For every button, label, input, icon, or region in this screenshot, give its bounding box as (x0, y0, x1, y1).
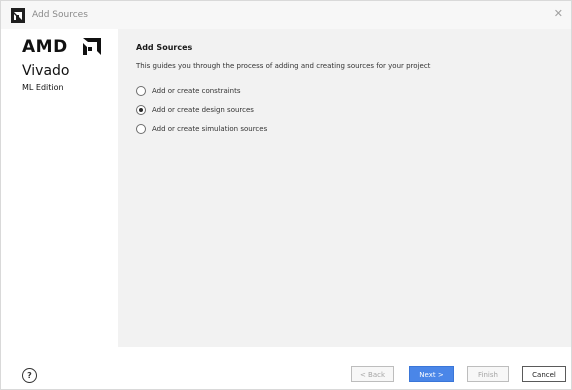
back-button[interactable]: < Back (351, 366, 394, 382)
option-label: Add or create design sources (152, 106, 254, 114)
option-design-sources[interactable]: Add or create design sources (136, 104, 254, 116)
option-simulation-sources[interactable]: Add or create simulation sources (136, 123, 267, 135)
product-name: Vivado (22, 63, 70, 79)
brand-panel: AMD Vivado ML Edition (1, 29, 118, 347)
radio-design-sources[interactable] (136, 105, 146, 115)
amd-logo-text: AMD (22, 37, 68, 57)
radio-constraints[interactable] (136, 86, 146, 96)
amd-arrow-icon (83, 38, 101, 55)
radio-simulation-sources[interactable] (136, 124, 146, 134)
content-panel: Add Sources This guides you through the … (118, 29, 571, 347)
add-sources-dialog: Add Sources ✕ AMD Vivado ML Edition Add … (0, 0, 572, 390)
window-title: Add Sources (32, 10, 88, 20)
page-heading: Add Sources (136, 43, 193, 52)
vivado-app-icon (11, 8, 25, 23)
page-description: This guides you through the process of a… (136, 62, 431, 70)
close-icon[interactable]: ✕ (554, 7, 563, 21)
finish-button[interactable]: Finish (467, 366, 509, 382)
title-bar: Add Sources ✕ (1, 1, 571, 29)
cancel-button[interactable]: Cancel (522, 366, 566, 382)
option-label: Add or create constraints (152, 87, 241, 95)
help-button[interactable]: ? (22, 368, 37, 383)
button-bar: ? < Back Next > Finish Cancel (1, 347, 571, 389)
next-button[interactable]: Next > (409, 366, 454, 382)
edition-name: ML Edition (22, 83, 64, 92)
option-label: Add or create simulation sources (152, 125, 268, 133)
option-constraints[interactable]: Add or create constraints (136, 85, 241, 97)
